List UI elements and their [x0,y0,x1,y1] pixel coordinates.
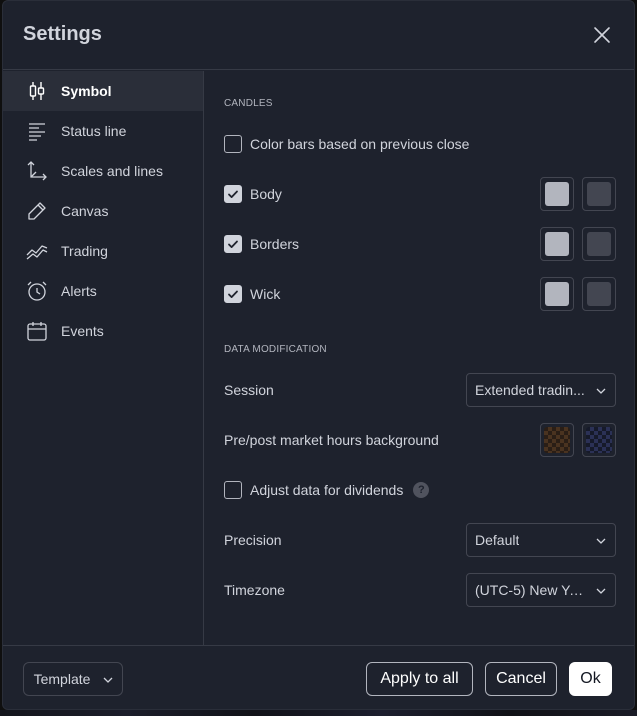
session-value: Extended tradin... [475,382,585,398]
template-button[interactable]: Template [23,662,123,696]
borders-down-color-swatch[interactable] [582,227,616,261]
borders-row: Borders [224,227,616,261]
sidebar-item-events[interactable]: Events [3,311,203,351]
chevron-down-icon [103,677,113,683]
sidebar-item-label: Events [61,323,104,339]
body-color-swatches [540,177,616,211]
borders-up-color-swatch[interactable] [540,227,574,261]
chevron-down-icon [596,388,606,394]
timezone-select[interactable]: (UTC-5) New York [466,573,616,607]
dividends-row: Adjust data for dividends ? [224,473,616,507]
sidebar-item-label: Scales and lines [61,163,163,179]
dividends-checkbox[interactable] [224,481,242,499]
sidebar-item-status-line[interactable]: Status line [3,111,203,151]
wick-checkbox[interactable] [224,285,242,303]
sidebar-item-scales-and-lines[interactable]: Scales and lines [3,151,203,191]
dialog-footer: Template Apply to all Cancel Ok [3,645,634,709]
premarket-color-swatch[interactable] [540,423,574,457]
trading-icon [25,239,49,263]
prepost-row: Pre/post market hours background [224,423,616,457]
ok-label: Ok [580,670,601,687]
borders-label: Borders [250,236,300,252]
candles-section-label: CANDLES [224,98,273,109]
calendar-icon [25,319,49,343]
help-icon[interactable]: ? [413,482,430,498]
chevron-down-icon [596,538,606,544]
sidebar-item-label: Trading [61,243,108,259]
body-checkbox[interactable] [224,185,242,203]
session-label: Session [224,382,274,398]
precision-value: Default [475,532,520,548]
sidebar-item-symbol[interactable]: Symbol [3,71,203,111]
sidebar-item-canvas[interactable]: Canvas [3,191,203,231]
color-bars-row: Color bars based on previous close [224,127,616,161]
wick-row: Wick [224,277,616,311]
pencil-icon [25,199,49,223]
settings-dialog: Settings Symbol Status line Scales and l… [2,0,635,710]
wick-color-swatches [540,277,616,311]
sidebar-item-alerts[interactable]: Alerts [3,271,203,311]
postmarket-color-swatch[interactable] [582,423,616,457]
checkmark-icon [228,190,238,198]
apply-to-all-label: Apply to all [380,670,459,687]
color-bars-checkbox[interactable] [224,135,242,153]
borders-color-swatches [540,227,616,261]
status-line-icon [25,119,49,143]
sidebar-item-label: Canvas [61,203,109,219]
dialog-title: Settings [23,23,102,45]
timezone-value: (UTC-5) New York [475,582,587,598]
checkmark-icon [228,240,238,248]
body-down-color-swatch[interactable] [582,177,616,211]
dialog-header: Settings [3,1,634,70]
settings-content: CANDLES Color bars based on previous clo… [205,71,634,645]
template-label: Template [33,671,91,687]
close-button[interactable] [590,23,614,47]
session-row: Session Extended tradin... [224,373,616,407]
candlestick-icon [25,79,49,103]
timezone-label: Timezone [224,582,285,598]
ok-button[interactable]: Ok [569,662,612,696]
body-row: Body [224,177,616,211]
wick-label: Wick [250,286,281,302]
checkmark-icon [228,290,238,298]
close-icon [594,27,610,43]
settings-sidebar: Symbol Status line Scales and lines Canv… [3,71,204,645]
prepost-color-swatches [540,423,616,457]
cancel-label: Cancel [496,670,546,687]
cancel-button[interactable]: Cancel [485,662,557,696]
apply-to-all-button[interactable]: Apply to all [366,662,473,696]
color-bars-label: Color bars based on previous close [250,136,470,152]
alarm-clock-icon [25,279,49,303]
body-up-color-swatch[interactable] [540,177,574,211]
session-select[interactable]: Extended tradin... [466,373,616,407]
borders-checkbox[interactable] [224,235,242,253]
body-label: Body [250,186,282,202]
data-modification-section-label: DATA MODIFICATION [224,344,327,355]
wick-up-color-swatch[interactable] [540,277,574,311]
timezone-row: Timezone (UTC-5) New York [224,573,616,607]
chevron-down-icon [596,588,606,594]
precision-row: Precision Default [224,523,616,557]
wick-down-color-swatch[interactable] [582,277,616,311]
dividends-label: Adjust data for dividends [250,482,404,498]
scales-icon [25,159,49,183]
sidebar-item-label: Status line [61,123,127,139]
sidebar-item-label: Alerts [61,283,97,299]
precision-label: Precision [224,532,282,548]
sidebar-item-trading[interactable]: Trading [3,231,203,271]
precision-select[interactable]: Default [466,523,616,557]
sidebar-item-label: Symbol [61,83,112,99]
prepost-label: Pre/post market hours background [224,432,439,448]
background-chart-strip [0,710,637,716]
